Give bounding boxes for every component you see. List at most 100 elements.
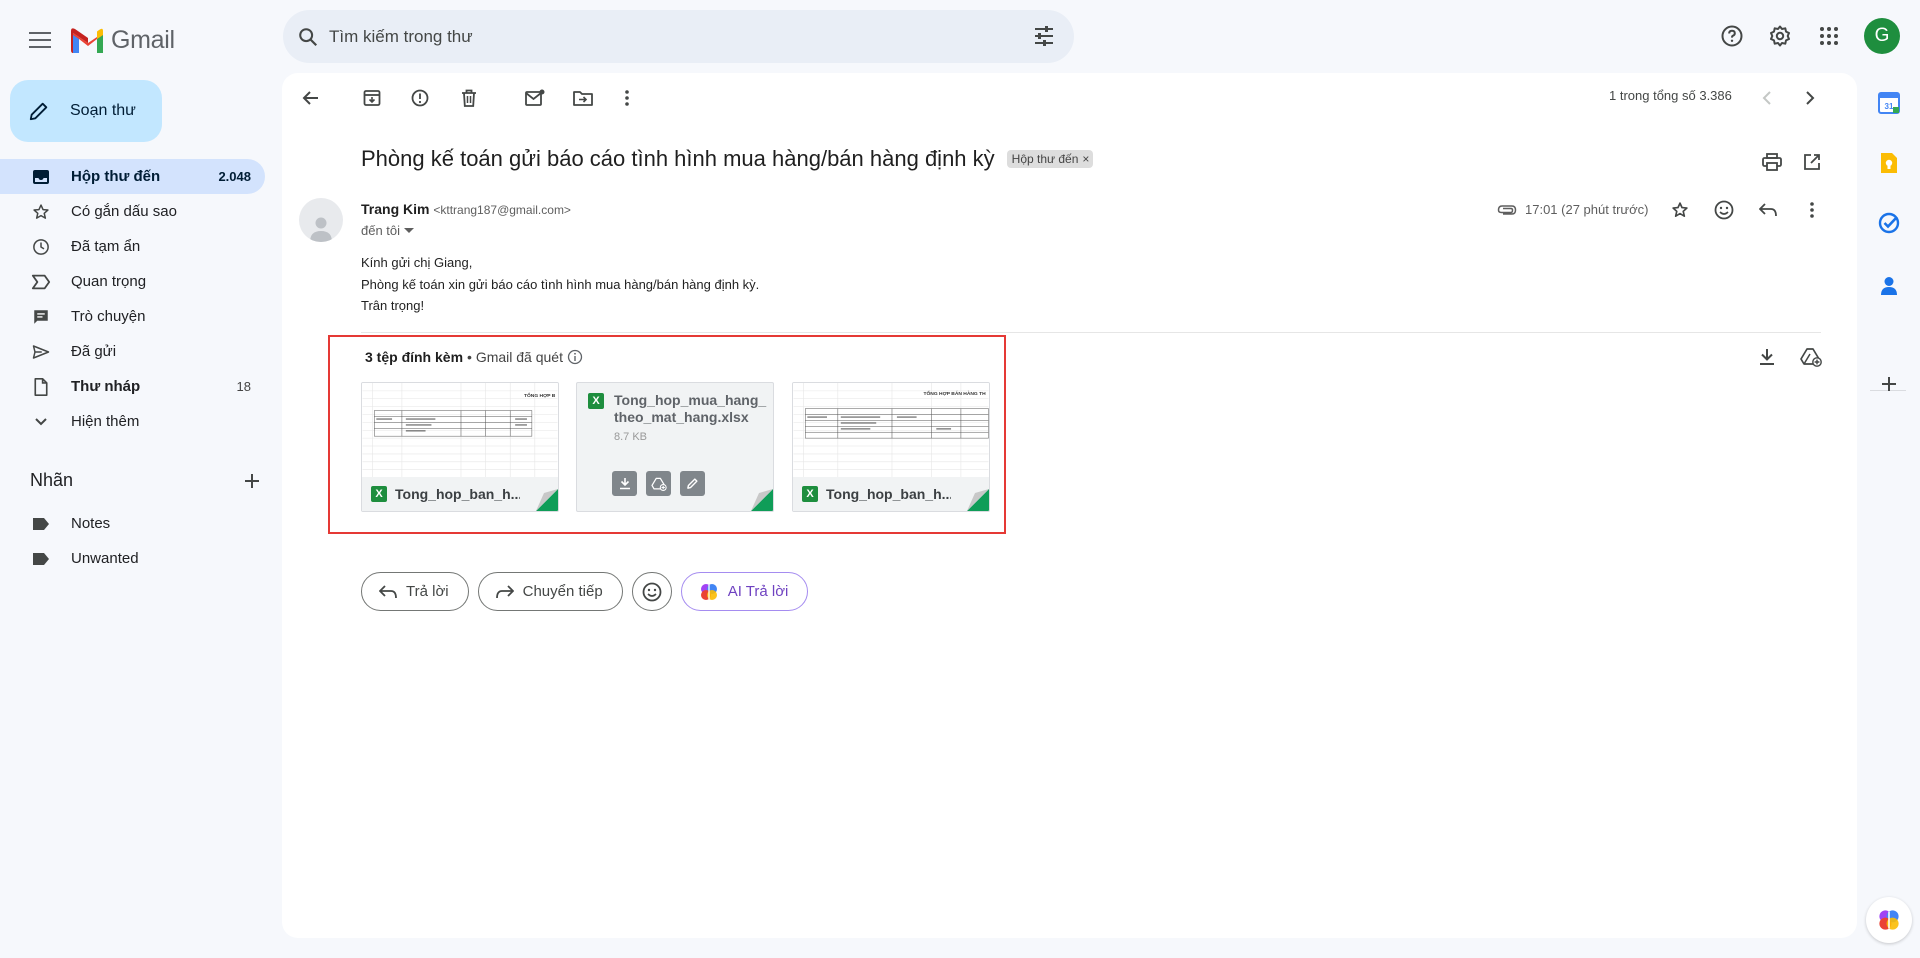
download-attachment-button[interactable]	[612, 471, 637, 496]
message-body: Kính gửi chị Giang, Phòng kế toán xin gử…	[361, 252, 759, 317]
send-icon	[30, 344, 52, 360]
reply-icon	[1759, 203, 1777, 217]
mark-unread-button[interactable]	[517, 80, 553, 116]
chevron-down-icon	[30, 417, 52, 427]
star-button[interactable]	[1662, 192, 1698, 228]
contacts-app-button[interactable]	[1871, 268, 1907, 304]
compose-label: Soạn thư	[70, 102, 136, 119]
search-options-icon[interactable]	[1032, 24, 1056, 48]
important-icon	[30, 274, 52, 290]
forward-button[interactable]: Chuyển tiếp	[477, 572, 623, 611]
attachment-card[interactable]: X Tong_hop_mua_hang_theo_mat_hang.xlsx 8…	[576, 382, 774, 512]
save-all-to-drive-button[interactable]	[1793, 339, 1829, 375]
sender-avatar[interactable]	[299, 198, 343, 242]
save-to-drive-button[interactable]	[646, 471, 671, 496]
tasks-app-button[interactable]	[1871, 205, 1907, 241]
recipients-toggle[interactable]: đến tôi	[361, 223, 415, 238]
scanned-text: • Gmail đã quét	[467, 349, 563, 365]
edit-in-sheets-button[interactable]	[680, 471, 705, 496]
sidebar-item-inbox[interactable]: Hộp thư đến 2.048	[0, 159, 265, 194]
back-button[interactable]	[293, 80, 329, 116]
attachment-name: Tong_hop_ban_h...	[395, 486, 520, 502]
sidebar-item-important[interactable]: Quan trọng	[0, 264, 265, 299]
open-new-window-button[interactable]	[1794, 144, 1830, 180]
label-chip[interactable]: Hộp thư đến ×	[1006, 150, 1094, 168]
close-icon[interactable]: ×	[1082, 152, 1089, 166]
more-options-button[interactable]	[609, 80, 645, 116]
keep-app-button[interactable]	[1871, 145, 1907, 181]
settings-button[interactable]	[1760, 16, 1800, 56]
message-more-button[interactable]	[1794, 192, 1830, 228]
main-menu-button[interactable]	[20, 20, 60, 60]
attachment-card[interactable]: TỔNG HỢP B X Tong_hop_ban_h...	[361, 382, 559, 512]
search-bar[interactable]	[283, 10, 1074, 63]
gmail-logo[interactable]: Gmail	[71, 20, 175, 60]
attachment-name: Tong_hop_mua_hang_theo_mat_hang.xlsx	[614, 392, 767, 425]
print-button[interactable]	[1754, 144, 1790, 180]
emoji-button[interactable]	[631, 572, 672, 611]
sidebar-item-sent[interactable]: Đã gửi	[0, 334, 265, 369]
excel-icon: X	[802, 486, 818, 502]
calendar-app-button[interactable]: 31	[1871, 85, 1907, 121]
sidebar-item-label: Trò chuyện	[71, 308, 146, 325]
compose-button[interactable]: Soạn thư	[10, 80, 162, 142]
archive-button[interactable]	[354, 80, 390, 116]
sidebar-nav: Hộp thư đến 2.048 Có gắn dấu sao Đã tạm …	[0, 159, 265, 439]
chevron-right-icon	[1806, 91, 1815, 105]
star-icon	[1672, 202, 1688, 217]
label-item-notes[interactable]: Notes	[0, 506, 265, 541]
get-addons-button[interactable]	[1871, 366, 1907, 402]
hamburger-icon	[29, 32, 51, 48]
gmail-m-icon	[71, 28, 103, 53]
reply-actions: Trả lời Chuyển tiếp AI Trả lời	[361, 572, 809, 611]
sidebar-item-chat[interactable]: Trò chuyện	[0, 299, 265, 334]
thumb-title: TỔNG HỢP BÁN HÀNG TH	[923, 390, 986, 397]
label-name: Unwanted	[71, 550, 139, 567]
help-icon	[1721, 25, 1743, 47]
report-spam-button[interactable]	[402, 80, 438, 116]
attachment-card[interactable]: TỔNG HỢP BÁN HÀNG TH X Tong_hop_ban_h...	[792, 382, 990, 512]
app-name: Gmail	[111, 25, 175, 54]
tasks-icon	[1878, 212, 1900, 234]
apps-button[interactable]	[1809, 16, 1849, 56]
recipients-text: đến tôi	[361, 223, 401, 238]
search-input[interactable]	[329, 26, 1009, 47]
sidebar-item-more[interactable]: Hiện thêm	[0, 404, 265, 439]
label-item-unwanted[interactable]: Unwanted	[0, 541, 265, 576]
sidebar-item-starred[interactable]: Có gắn dấu sao	[0, 194, 265, 229]
info-icon[interactable]	[567, 349, 583, 365]
pager-text: 1 trong tổng số 3.386	[1609, 88, 1732, 103]
subject-text: Phòng kế toán gửi báo cáo tình hình mua …	[361, 146, 995, 171]
newer-button[interactable]	[1749, 80, 1785, 116]
calendar-day: 31	[1885, 102, 1894, 111]
forward-icon	[495, 584, 514, 598]
emoji-react-button[interactable]	[1706, 192, 1742, 228]
older-button[interactable]	[1792, 80, 1828, 116]
open-in-new-icon	[1804, 154, 1820, 170]
account-avatar[interactable]: G	[1864, 18, 1900, 54]
drive-add-icon	[1800, 348, 1822, 367]
ai-reply-button[interactable]: AI Trả lời	[680, 572, 809, 611]
gemini-button[interactable]	[1866, 897, 1912, 943]
apps-grid-icon	[1820, 27, 1838, 45]
help-button[interactable]	[1712, 16, 1752, 56]
download-icon	[1760, 349, 1774, 365]
delete-button[interactable]	[451, 80, 487, 116]
move-to-button[interactable]	[565, 80, 601, 116]
sidebar-item-snoozed[interactable]: Đã tạm ẩn	[0, 229, 265, 264]
add-label-button[interactable]	[244, 473, 260, 489]
folder-move-icon	[573, 91, 593, 106]
sender-name[interactable]: Trang Kim	[361, 201, 429, 217]
sidebar-item-label: Hiện thêm	[71, 413, 140, 430]
more-vert-icon	[625, 90, 629, 106]
sidebar-item-drafts[interactable]: Thư nháp 18	[0, 369, 265, 404]
sidebar-item-label: Đã tạm ẩn	[71, 238, 141, 255]
download-all-button[interactable]	[1749, 339, 1785, 375]
attachments-header: 3 tệp đính kèm • Gmail đã quét	[365, 349, 583, 365]
ai-brain-icon	[700, 583, 717, 600]
attachments-count: 3 tệp đính kèm	[365, 349, 464, 365]
search-icon[interactable]	[297, 26, 319, 48]
reply-button[interactable]: Trả lời	[361, 572, 469, 611]
reply-button[interactable]	[1750, 192, 1786, 228]
calendar-icon: 31	[1878, 92, 1900, 114]
